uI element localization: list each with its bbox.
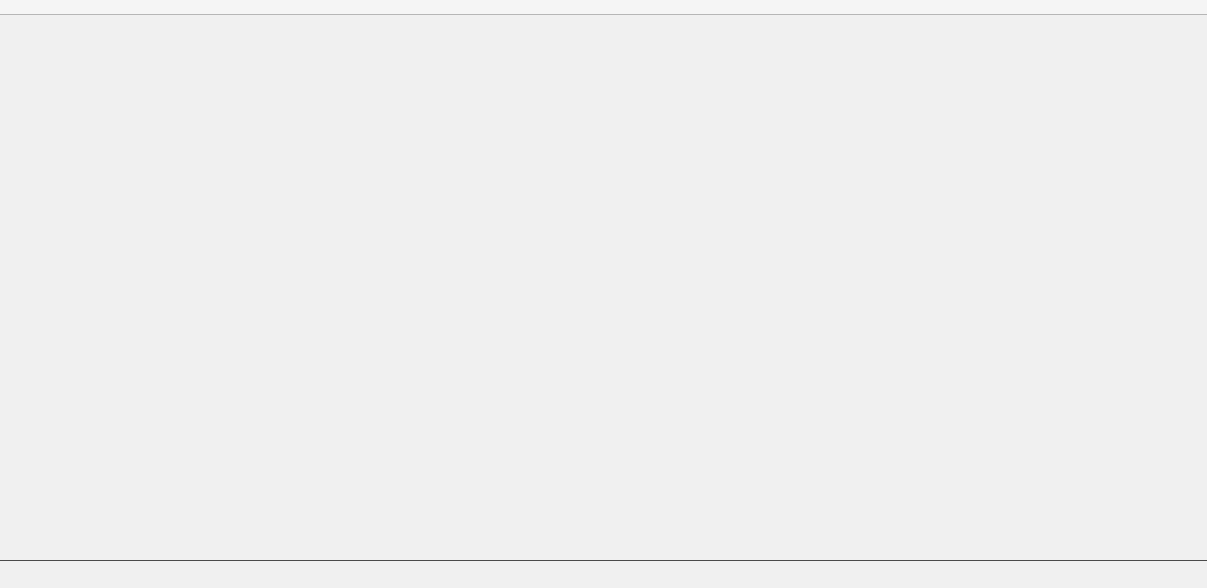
chart-canvas[interactable]: [0, 0, 1207, 588]
symbol-tabbar: [0, 560, 1207, 588]
chart-title: [6, 24, 17, 38]
timeframe-toolbar: [0, 0, 1207, 15]
terminal-window: [0, 0, 1207, 588]
